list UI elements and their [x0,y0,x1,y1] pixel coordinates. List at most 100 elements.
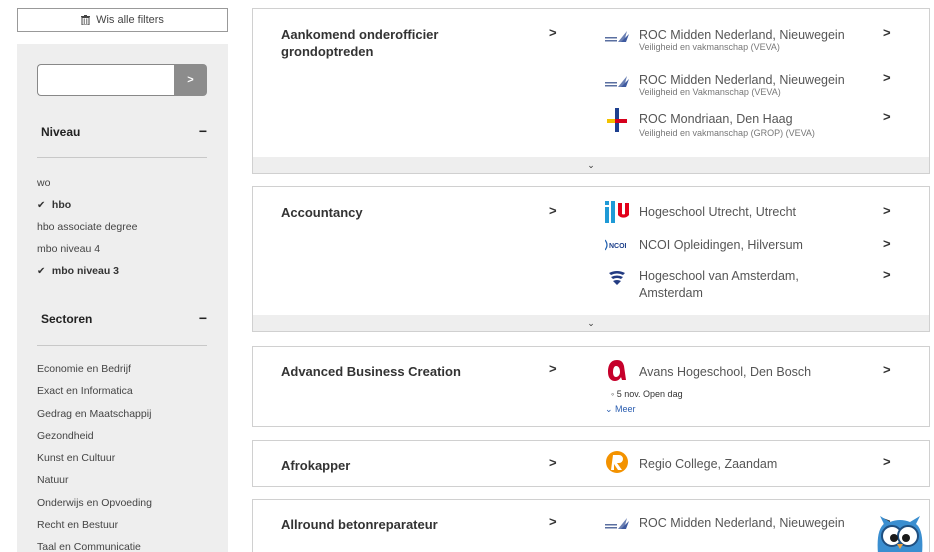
course-title[interactable]: Allround betonreparateur [281,516,511,533]
institution-row[interactable]: NCOI NCOI Opleidingen, Hilversum > [605,234,905,258]
institution-row[interactable]: ROC Midden Nederland, Nieuwegein > [605,512,905,536]
chevron-right-icon[interactable]: > [549,25,557,40]
sectoren-header[interactable]: Sectoren − [41,311,207,326]
filter-label: mbo niveau 3 [51,265,120,277]
sectoren-title: Sectoren [41,312,93,326]
chevron-right-icon[interactable]: > [883,362,891,377]
filter-option[interactable]: ✔ mbo niveau 3 [37,260,222,282]
chevron-right-icon[interactable]: > [883,267,891,282]
chevron-right-icon[interactable]: > [883,203,891,218]
filter-option[interactable]: wo [37,172,222,194]
filter-panel: > Niveau − wo ✔ hbo hbo associate degree… [17,44,228,552]
sector-option[interactable]: Natuur [37,469,222,491]
chevron-right-icon[interactable]: > [549,514,557,529]
niveau-header[interactable]: Niveau − [41,124,207,139]
sector-option[interactable]: Taal en Communicatie [37,536,222,552]
institution-name: Avans Hogeschool, Den Bosch [639,365,812,379]
filter-option[interactable]: ✔ hbo [37,194,222,216]
chevron-right-icon[interactable]: > [549,203,557,218]
course-title[interactable]: Accountancy [281,204,511,221]
institution-name: ROC Midden Nederland, Nieuwegein [639,73,845,87]
expand-bar[interactable]: ⌄ [253,315,929,331]
divider [37,157,207,158]
result-card: Allround betonreparateur > ROC Midden Ne… [252,499,930,552]
institution-name: ROC Midden Nederland, Nieuwegein [639,516,845,530]
ncoi-logo: NCOI [605,234,629,256]
roc-midden-logo [605,70,629,92]
filter-label: wo [37,177,51,189]
svg-text:NCOI: NCOI [609,243,627,250]
trash-icon [81,15,91,26]
filter-option[interactable]: mbo niveau 4 [37,238,222,260]
institution-name: ROC Midden Nederland, Nieuwegein [639,28,845,42]
result-card: Afrokapper > Regio College, Zaandam > [252,440,930,487]
filter-label: mbo niveau 4 [37,243,101,255]
institution-name: Hogeschool van Amsterdam, [639,269,799,283]
filter-option[interactable]: hbo associate degree [37,216,222,238]
institution-row[interactable]: Regio College, Zaandam > [605,451,905,477]
niveau-title: Niveau [41,125,81,139]
chevron-right-icon[interactable]: > [549,455,557,470]
institution-name: ROC Mondriaan, Den Haag [639,112,793,126]
sector-option[interactable]: Recht en Bestuur [37,514,222,536]
institution-row[interactable]: ROC Mondriaan, Den Haag Veiligheid en va… [605,107,905,141]
chevron-down-icon: ⌄ [587,159,595,170]
institution-name-line2: Amsterdam [639,286,703,300]
search-box: > [37,64,207,96]
more-link[interactable]: ⌄ Meer [605,404,636,415]
chevron-right-icon[interactable]: > [883,454,891,469]
chevron-right-icon[interactable]: > [883,25,891,40]
sector-option[interactable]: Economie en Bedrijf [37,358,222,380]
hva-logo [605,267,629,289]
open-day-event[interactable]: ◦ 5 nov. Open dag [611,389,683,399]
chevron-right-icon[interactable]: > [883,236,891,251]
institution-track: Veiligheid en vakmanschap (VEVA) [639,42,780,52]
collapse-icon[interactable]: − [199,311,207,326]
chevron-down-icon: ⌄ [587,317,595,328]
result-card: Accountancy > Hogeschool Utrecht, Utrech… [252,186,930,332]
roc-midden-logo [605,25,629,47]
search-submit-button[interactable]: > [174,64,207,96]
institution-row[interactable]: Hogeschool van Amsterdam, Amsterdam > [605,265,905,305]
check-icon: ✔ [37,200,46,211]
institution-track: Veiligheid en Vakmanschap (VEVA) [639,87,781,97]
regio-college-logo [605,451,629,473]
sector-option[interactable]: Gedrag en Maatschappij [37,403,222,425]
expand-bar[interactable]: ⌄ [253,157,929,173]
sector-option[interactable]: Onderwijs en Opvoeding [37,492,222,514]
filter-label: hbo [51,199,72,211]
clear-filters-label: Wis alle filters [96,14,164,26]
roc-mondriaan-logo [605,107,629,133]
sector-option[interactable]: Exact en Informatica [37,380,222,402]
clear-filters-button[interactable]: Wis alle filters [17,8,228,32]
owl-chat-icon[interactable] [870,514,930,552]
result-card: Aankomend onderofficier grondoptreden > … [252,8,930,174]
collapse-icon[interactable]: − [199,124,207,139]
search-input[interactable] [37,64,174,96]
filter-label: hbo associate degree [37,221,138,233]
institution-row[interactable]: ROC Midden Nederland, Nieuwegein Veiligh… [605,25,905,55]
check-icon: ✔ [37,266,46,277]
institution-row[interactable]: ROC Midden Nederland, Nieuwegein Veiligh… [605,70,905,100]
divider [37,345,207,346]
sector-option[interactable]: Gezondheid [37,425,222,447]
avans-logo [605,359,629,381]
course-title[interactable]: Afrokapper [281,457,511,474]
institution-name: Hogeschool Utrecht, Utrecht [639,205,797,219]
sectoren-list: Economie en Bedrijf Exact en Informatica… [37,358,222,552]
roc-midden-logo [605,512,629,534]
institution-name: Regio College, Zaandam [639,457,778,471]
course-title[interactable]: Aankomend onderofficier grondoptreden [281,26,511,60]
chevron-right-icon[interactable]: > [883,70,891,85]
chevron-right-icon[interactable]: > [883,109,891,124]
institution-row[interactable]: Avans Hogeschool, Den Bosch > [605,359,905,385]
institution-name: NCOI Opleidingen, Hilversum [639,238,803,252]
sector-option[interactable]: Kunst en Cultuur [37,447,222,469]
filter-sidebar: Wis alle filters > Niveau − wo ✔ hbo hbo… [17,0,228,552]
institution-row[interactable]: Hogeschool Utrecht, Utrecht > [605,201,905,225]
institution-track: Veiligheid en vakmanschap (GROP) (VEVA) [639,128,815,138]
course-title[interactable]: Advanced Business Creation [281,363,511,380]
chevron-right-icon[interactable]: > [549,361,557,376]
result-card: Advanced Business Creation > Avans Hoges… [252,346,930,427]
niveau-list: wo ✔ hbo hbo associate degree mbo niveau… [37,172,222,282]
